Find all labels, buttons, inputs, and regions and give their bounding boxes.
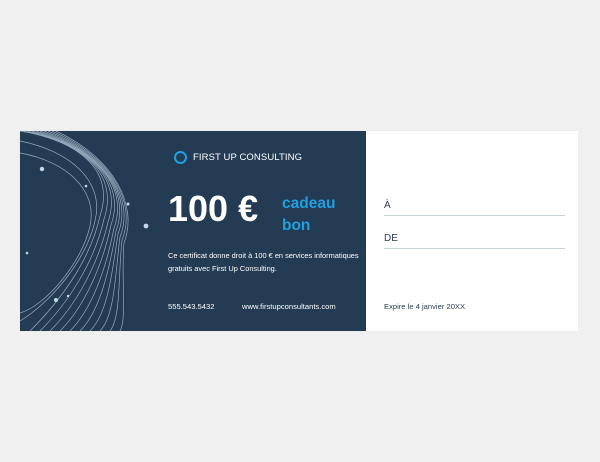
certificate-front-panel: FIRST UP CONSULTING 100 € cadeau bon Ce …	[20, 131, 366, 331]
brand-header: FIRST UP CONSULTING	[174, 150, 302, 164]
sender-label: DE	[384, 233, 398, 244]
ring-icon	[174, 150, 187, 164]
recipient-label: À	[384, 200, 391, 211]
recipient-field[interactable]: À	[384, 199, 565, 216]
gift-certificate: FIRST UP CONSULTING 100 € cadeau bon Ce …	[20, 131, 578, 331]
website-url: www.firstupconsultants.com	[242, 302, 336, 311]
wave-lines-decoration	[20, 131, 149, 331]
expiry-date: Expire le 4 janvier 20XX	[384, 302, 466, 311]
gift-amount: 100 €	[168, 188, 259, 229]
phone-number: 555.543.5432	[168, 302, 215, 311]
certificate-recipient-panel: À DE Expire le 4 janvier 20XX	[366, 131, 578, 331]
certificate-description: Ce certificat donne droit à 100 € en ser…	[168, 251, 359, 273]
gift-word-bon: bon	[282, 217, 311, 234]
page: FIRST UP CONSULTING 100 € cadeau bon Ce …	[0, 0, 600, 462]
gift-word-cadeau: cadeau	[282, 195, 336, 212]
sender-field[interactable]: DE	[384, 232, 565, 249]
brand-name: FIRST UP CONSULTING	[193, 151, 303, 163]
